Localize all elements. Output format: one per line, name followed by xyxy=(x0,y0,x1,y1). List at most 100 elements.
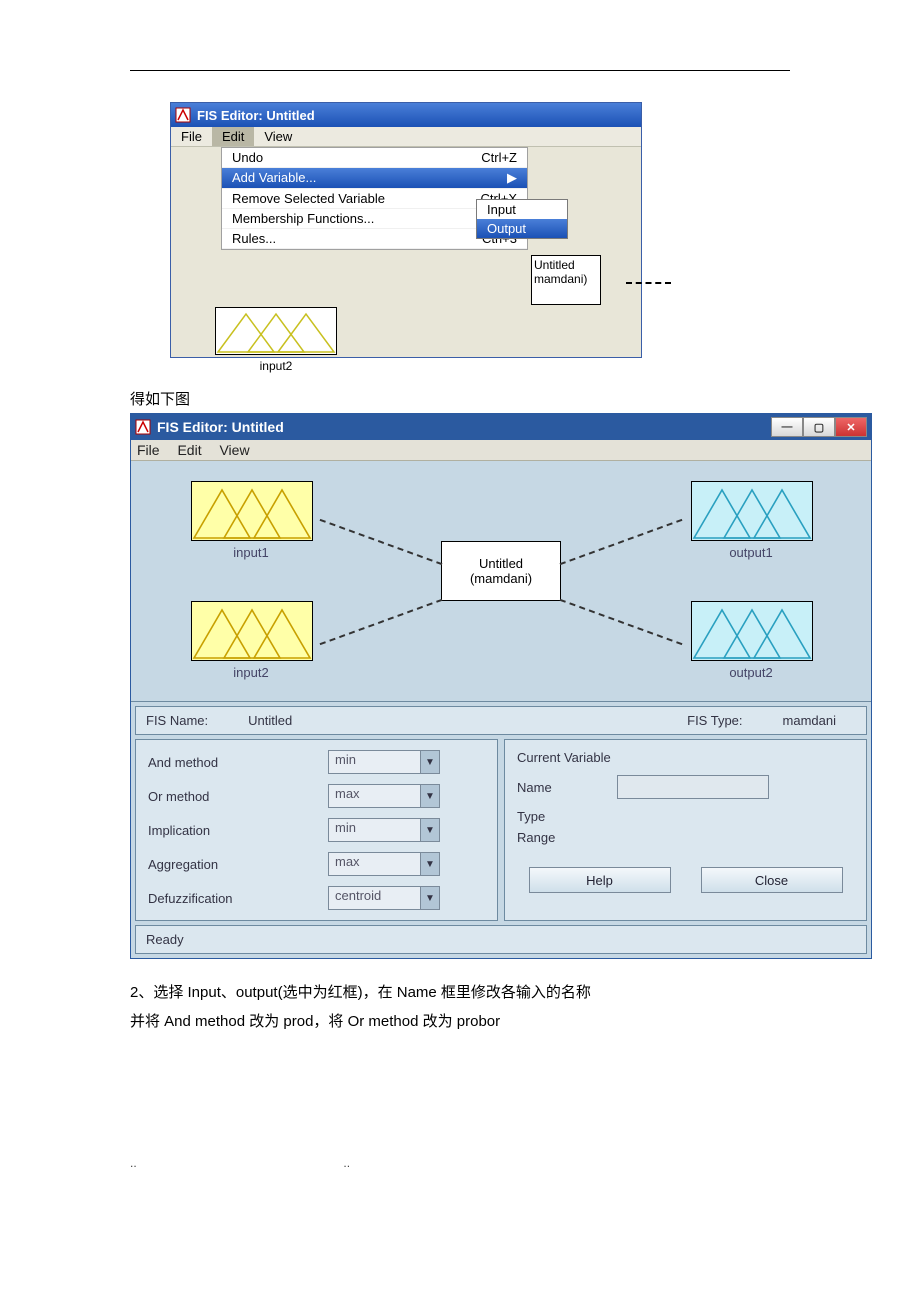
and-method-label: And method xyxy=(148,755,328,770)
fis-editor-window-large: FIS Editor: Untitled — ▢ ✕ File Edit Vie… xyxy=(130,413,872,959)
menu-bar: File Edit View xyxy=(171,127,641,147)
status-text: Ready xyxy=(146,932,184,947)
footer-dot: .. xyxy=(130,1156,137,1170)
submenu-input[interactable]: Input xyxy=(477,200,567,219)
maximize-button[interactable]: ▢ xyxy=(803,417,835,437)
dropdown-arrow-icon: ▼ xyxy=(420,751,439,773)
and-method-select[interactable]: min ▼ xyxy=(328,750,440,774)
title-bar[interactable]: FIS Editor: Untitled xyxy=(171,103,641,127)
aggregation-label: Aggregation xyxy=(148,857,328,872)
output2-block[interactable]: output2 xyxy=(691,601,811,680)
menu-bar: File Edit View xyxy=(131,440,871,461)
implication-value: min xyxy=(329,819,420,841)
submenu-arrow-icon: ▶ xyxy=(505,170,517,186)
window-controls: — ▢ ✕ xyxy=(771,417,867,437)
menu-view[interactable]: View xyxy=(254,127,302,146)
var-type-label: Type xyxy=(517,809,854,824)
rules-type: mamdani) xyxy=(534,272,598,286)
menu-undo-shortcut: Ctrl+Z xyxy=(481,150,517,165)
center-type: (mamdani) xyxy=(442,571,560,586)
var-name-label: Name xyxy=(517,780,617,795)
output2-label: output2 xyxy=(691,665,811,680)
instruction-line-1: 2、选择 Input、output(选中为红框)，在 Name 框里修改各输入的… xyxy=(130,979,790,1008)
dropdown-arrow-icon: ▼ xyxy=(420,853,439,875)
output1-label: output1 xyxy=(691,545,811,560)
menu-undo[interactable]: Undo Ctrl+Z xyxy=(222,148,527,168)
menu-view[interactable]: View xyxy=(219,442,249,458)
methods-panel: And method min ▼ Or method max ▼ Implica… xyxy=(135,739,498,921)
fis-name-label: FIS Name: xyxy=(146,713,208,728)
aggregation-select[interactable]: max ▼ xyxy=(328,852,440,876)
menu-file[interactable]: File xyxy=(137,442,160,458)
input1-block[interactable]: input1 xyxy=(191,481,311,560)
connector xyxy=(560,599,683,645)
input2-block[interactable]: input2 xyxy=(201,307,351,373)
menu-add-variable-label: Add Variable... xyxy=(232,170,316,186)
help-button[interactable]: Help xyxy=(529,867,671,893)
menu-add-variable[interactable]: Add Variable... ▶ xyxy=(222,168,527,189)
rules-center-box[interactable]: Untitled (mamdani) xyxy=(441,541,561,601)
minimize-button[interactable]: — xyxy=(771,417,803,437)
close-button[interactable]: ✕ xyxy=(835,417,867,437)
output1-plot xyxy=(691,481,813,541)
or-method-label: Or method xyxy=(148,789,328,804)
app-icon xyxy=(135,419,151,435)
defuzz-label: Defuzzification xyxy=(148,891,328,906)
implication-label: Implication xyxy=(148,823,328,838)
input1-label: input1 xyxy=(191,545,311,560)
footer-dot: .. xyxy=(343,1156,350,1170)
dropdown-arrow-icon: ▼ xyxy=(420,819,439,841)
instruction-text: 2、选择 Input、output(选中为红框)，在 Name 框里修改各输入的… xyxy=(130,979,790,1036)
defuzz-value: centroid xyxy=(329,887,420,909)
connector xyxy=(320,599,443,645)
implication-select[interactable]: min ▼ xyxy=(328,818,440,842)
var-name-input[interactable] xyxy=(617,775,769,799)
dropdown-arrow-icon: ▼ xyxy=(420,887,439,909)
menu-edit[interactable]: Edit xyxy=(212,127,254,146)
or-method-value: max xyxy=(329,785,420,807)
input2-plot xyxy=(191,601,313,661)
window-title: FIS Editor: Untitled xyxy=(197,108,315,123)
input2-plot xyxy=(215,307,337,355)
menu-remove-label: Remove Selected Variable xyxy=(232,191,385,206)
current-variable-heading: Current Variable xyxy=(517,750,854,765)
aggregation-value: max xyxy=(329,853,420,875)
rules-title: Untitled xyxy=(534,258,598,272)
input1-plot xyxy=(191,481,313,541)
output1-block[interactable]: output1 xyxy=(691,481,811,560)
fis-diagram: input1 input2 Untitled (mamdani) output1 xyxy=(131,461,871,702)
title-bar[interactable]: FIS Editor: Untitled — ▢ ✕ xyxy=(131,414,871,440)
menu-undo-label: Undo xyxy=(232,150,263,165)
fis-info-row: FIS Name: Untitled FIS Type: mamdani xyxy=(135,706,867,735)
help-button-label: Help xyxy=(586,873,613,888)
fis-type-value: mamdani xyxy=(783,713,836,728)
center-name: Untitled xyxy=(442,556,560,571)
and-method-value: min xyxy=(329,751,420,773)
current-variable-panel: Current Variable Name Type Range Help Cl… xyxy=(504,739,867,921)
instruction-line-2: 并将 And method 改为 prod，将 Or method 改为 pro… xyxy=(130,1008,790,1037)
close-button[interactable]: Close xyxy=(701,867,843,893)
defuzz-select[interactable]: centroid ▼ xyxy=(328,886,440,910)
var-range-label: Range xyxy=(517,830,854,845)
output2-plot xyxy=(691,601,813,661)
connector xyxy=(560,519,683,565)
connector xyxy=(320,519,443,565)
input2-label: input2 xyxy=(201,359,351,373)
caption-text: 得如下图 xyxy=(130,388,790,409)
close-button-label: Close xyxy=(755,873,788,888)
footer-dots: .. .. xyxy=(130,1156,790,1170)
input2-block[interactable]: input2 xyxy=(191,601,311,680)
fis-name-value: Untitled xyxy=(248,713,292,728)
add-variable-submenu: Input Output xyxy=(476,199,568,239)
menu-edit[interactable]: Edit xyxy=(177,442,201,458)
dropdown-arrow-icon: ▼ xyxy=(420,785,439,807)
menu-file[interactable]: File xyxy=(171,127,212,146)
window-title: FIS Editor: Untitled xyxy=(157,419,284,435)
dashed-connector xyxy=(626,282,671,284)
submenu-output[interactable]: Output xyxy=(477,219,567,238)
app-icon xyxy=(175,107,191,123)
rules-box[interactable]: Untitled mamdani) xyxy=(531,255,601,305)
status-bar: Ready xyxy=(135,925,867,954)
or-method-select[interactable]: max ▼ xyxy=(328,784,440,808)
menu-rules-label: Rules... xyxy=(232,231,276,246)
